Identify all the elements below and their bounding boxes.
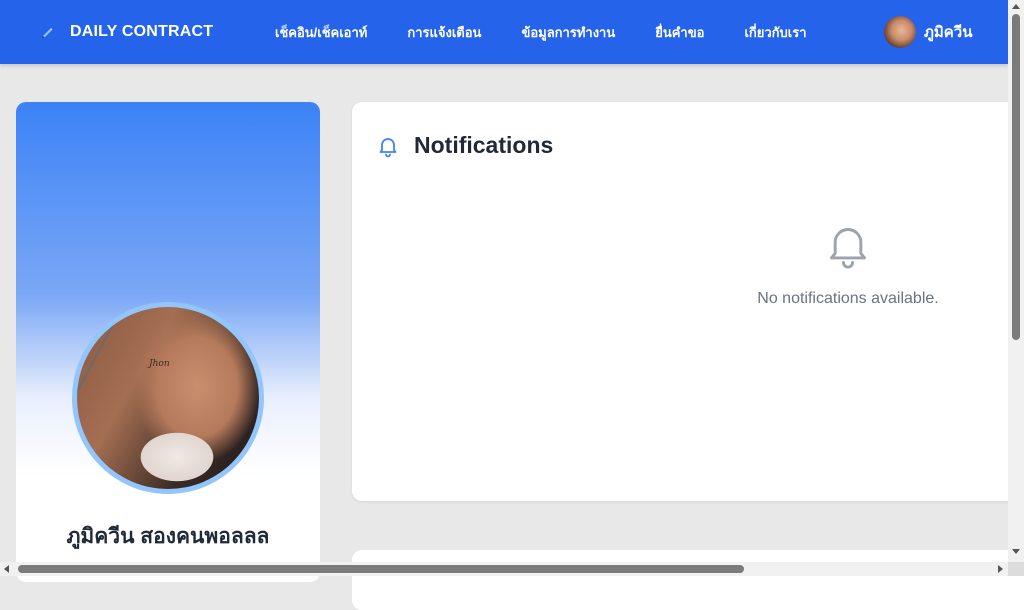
scroll-up-arrow-icon[interactable]: [1012, 4, 1020, 9]
profile-photo: Jhon: [77, 307, 259, 489]
scroll-left-arrow-icon[interactable]: [4, 565, 9, 573]
nav-link-about[interactable]: เกี่ยวกับเรา: [744, 22, 806, 43]
vertical-scrollbar[interactable]: [1008, 0, 1024, 562]
notifications-title: Notifications: [414, 132, 554, 158]
scroll-down-arrow-icon[interactable]: [1012, 549, 1020, 554]
nav-links: เช็คอิน/เช็คเอาท์ การแจ้งเตือน ข้อมูลการ…: [275, 0, 847, 64]
horizontal-scroll-thumb[interactable]: [18, 565, 744, 573]
profile-card: Jhon ภูมิควีน สองคนพอลลล: [16, 102, 320, 582]
profile-photo-frame: Jhon: [72, 302, 264, 494]
nav-link-requests[interactable]: ยื่นคำขอ: [655, 22, 704, 43]
user-menu[interactable]: ภูมิควีน: [884, 0, 973, 64]
scroll-right-arrow-icon[interactable]: [998, 565, 1003, 573]
profile-name: ภูมิควีน สองคนพอลลล: [66, 525, 270, 548]
nav-link-work-info[interactable]: ข้อมูลการทำงาน: [521, 22, 615, 43]
pencil-icon: [38, 23, 56, 41]
secondary-card: [352, 550, 1024, 610]
nav-link-notifications[interactable]: การแจ้งเตือน: [407, 22, 481, 43]
necklace-detail: [77, 314, 119, 413]
notifications-header: Notifications: [376, 132, 553, 159]
brand-logo[interactable]: DAILY CONTRACT: [38, 0, 213, 64]
brand-name: DAILY CONTRACT: [70, 23, 214, 40]
bell-icon: [376, 134, 400, 158]
nav-username: ภูมิควีน: [924, 24, 973, 41]
horizontal-scrollbar[interactable]: [0, 562, 1008, 576]
top-navbar: DAILY CONTRACT เช็คอิน/เช็คเอาท์ การแจ้ง…: [0, 0, 1008, 64]
scrollbar-corner: [1008, 562, 1024, 576]
avatar[interactable]: [884, 16, 916, 48]
vertical-scroll-thumb[interactable]: [1012, 14, 1020, 340]
nav-link-checkin[interactable]: เช็คอิน/เช็คเอาท์: [275, 22, 367, 43]
notifications-card: Notifications No notifications available…: [352, 102, 1024, 501]
empty-bell-icon: [826, 222, 870, 270]
empty-notifications-message: No notifications available.: [757, 290, 939, 307]
photo-tattoo-text: Jhon: [149, 359, 170, 369]
